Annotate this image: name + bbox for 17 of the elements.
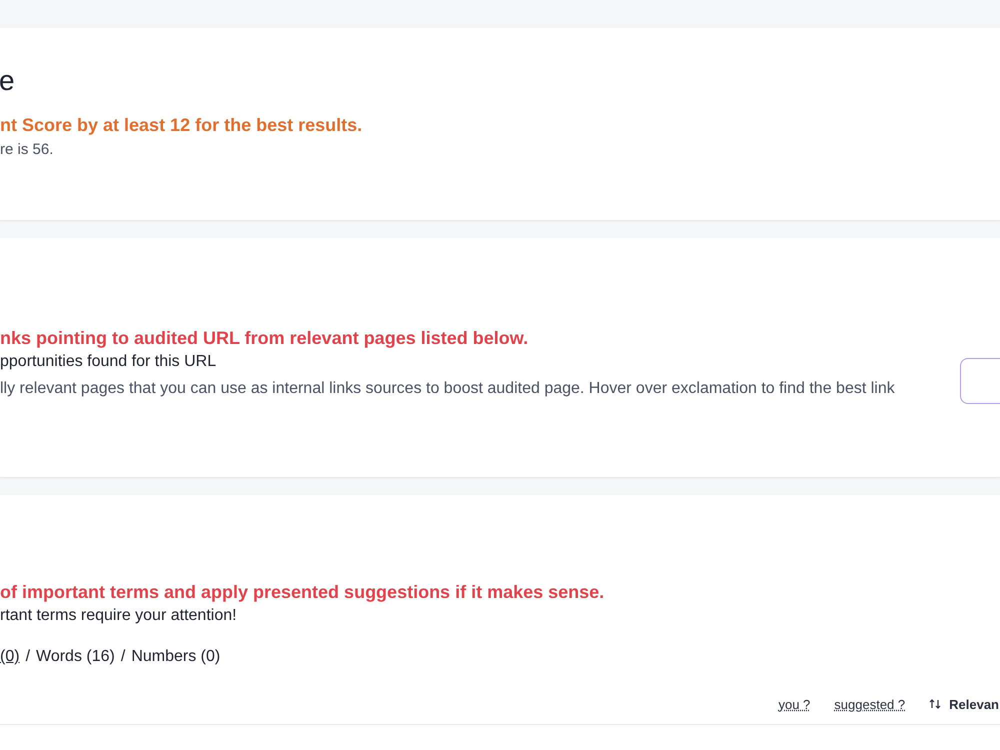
filter-link[interactable]: (0) [0, 648, 20, 666]
separator: / [26, 648, 30, 666]
status-text: rtant terms require your attention! [0, 606, 238, 626]
score-detail: re is 56. [0, 140, 54, 160]
filter-link[interactable]: Words (16) [36, 648, 115, 666]
separator: / [120, 648, 126, 666]
description-text: lly relevant pages that you can use as internal links sources to boost audited page. Hover over exclamation to find the best link [0, 379, 895, 399]
column-header[interactable]: you ? [778, 696, 810, 712]
warning-message: nt Score by at least 12 for the best results. [0, 114, 364, 136]
status-text: pportunities found for this URL [0, 352, 218, 372]
column-header[interactable]: Relevan [949, 696, 999, 712]
warning-message: of important terms and apply presented suggestions if it makes sense. [0, 581, 606, 603]
warning-message: nks pointing to audited URL from relevant pages listed below. [0, 327, 530, 349]
sort-icon[interactable] [929, 698, 942, 710]
card-title: e [0, 64, 16, 98]
filter-link[interactable]: Numbers (0) [131, 648, 220, 666]
column-header[interactable]: suggested ? [834, 696, 906, 712]
